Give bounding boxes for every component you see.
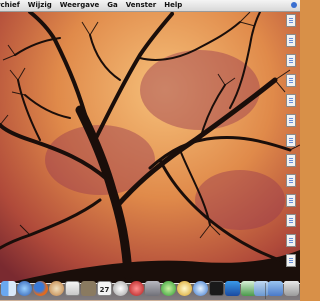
safari-icon[interactable] [193, 281, 208, 296]
document-icon[interactable] [286, 214, 296, 227]
menu-weergave[interactable]: Weergave [56, 0, 103, 11]
document-icon[interactable] [286, 254, 296, 267]
preview-icon[interactable] [65, 281, 80, 296]
word-icon[interactable] [225, 281, 240, 296]
dashboard-icon[interactable] [17, 281, 32, 296]
calendar-date: 27 [99, 286, 110, 294]
terminal-icon[interactable] [209, 281, 224, 296]
menu-help[interactable]: Help [160, 0, 186, 11]
document-icon[interactable] [286, 114, 296, 127]
document-icon[interactable] [286, 54, 296, 67]
desktop-icon-column [282, 14, 300, 272]
itunes-icon[interactable] [161, 281, 176, 296]
menu-ga[interactable]: Ga [103, 0, 121, 11]
document-icon[interactable] [286, 134, 296, 147]
activity-monitor-icon[interactable] [254, 281, 269, 296]
document-icon[interactable] [286, 94, 296, 107]
menu-wijzig[interactable]: Wijzig [24, 0, 56, 11]
adium-icon[interactable] [177, 281, 192, 296]
document-icon[interactable] [286, 234, 296, 247]
document-icon[interactable] [286, 154, 296, 167]
spotlight-icon[interactable] [291, 2, 297, 8]
menu-bar: rchief Wijzig Weergave Ga Venster Help [0, 0, 300, 12]
document-icon[interactable] [286, 34, 296, 47]
menu-venster[interactable]: Venster [122, 0, 160, 11]
ical-icon[interactable]: 27 [97, 281, 112, 296]
menu-archief[interactable]: rchief [0, 0, 24, 11]
finder-folder-icon[interactable] [268, 281, 283, 296]
dock: 27 [0, 277, 300, 301]
trash-icon[interactable] [284, 281, 299, 296]
system-preferences-icon[interactable] [145, 281, 160, 296]
dvd-player-icon[interactable] [129, 281, 144, 296]
desktop-wallpaper [0, 0, 300, 300]
camino-icon[interactable] [49, 281, 64, 296]
document-icon[interactable] [286, 194, 296, 207]
dock-separator [265, 283, 266, 299]
document-icon[interactable] [286, 174, 296, 187]
firefox-icon[interactable] [33, 281, 48, 296]
document-icon[interactable] [286, 74, 296, 87]
document-icon[interactable] [286, 14, 296, 27]
finder-icon[interactable] [1, 281, 16, 296]
gimp-icon[interactable] [81, 281, 96, 296]
address-book-icon[interactable] [113, 281, 128, 296]
